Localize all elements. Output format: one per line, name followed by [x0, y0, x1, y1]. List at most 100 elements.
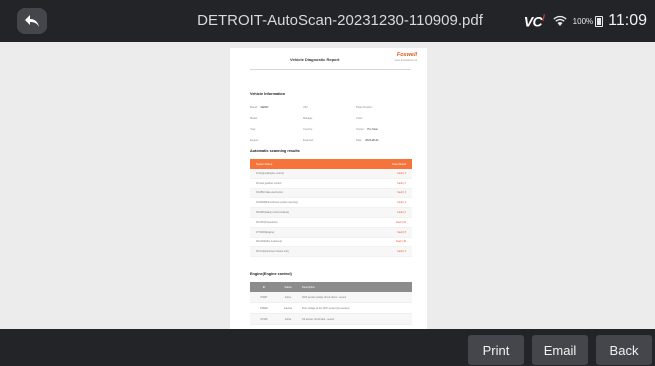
vehicle-info-title: Vehicle Information: [250, 92, 286, 96]
scan-row: 07 MCM(Engine) Fault | 8: [250, 227, 412, 238]
code-row: P0087 Active NOX sensor (outlet) circuit c…: [250, 292, 412, 303]
info-cell: Engineer:: [303, 139, 356, 142]
info-cell: Brand: DEMO: [250, 106, 303, 109]
info-value: 2023-08-24: [365, 139, 379, 142]
back-arrow-button[interactable]: [17, 8, 47, 34]
pdf-viewer[interactable]: Vehicle Diagnostic Report Foxwell www.fo…: [0, 42, 655, 329]
info-key: Year:: [250, 128, 256, 131]
scan-row: 05 ESP(Safety control chassis) Fault | 2: [250, 208, 412, 218]
vehicle-info-grid: Brand: DEMO VIN: Plate Number: Model: Mileage…: [250, 102, 410, 146]
email-button[interactable]: Email: [532, 335, 588, 365]
scan-results-title: Automatic scanning results: [250, 149, 300, 153]
code-status: Active: [284, 295, 292, 299]
header-divider: [250, 69, 411, 70]
bottom-toolbar: Print Email Back: [0, 329, 655, 366]
scan-result: Fault | 3: [397, 171, 406, 175]
brand-url: www.foxwelltech.us: [394, 59, 418, 62]
info-row: Year: Country: Owner: Pro Scan: [250, 124, 410, 135]
print-button[interactable]: Print: [468, 335, 524, 365]
scan-system-name: 06 CPC(Powertrain): [256, 220, 278, 224]
scan-system-name: 02 Auto gearbox control: [256, 181, 282, 185]
scan-system-name: 01 Engine(Engine control): [256, 171, 284, 175]
scan-system-name: 07 MCM(Engine): [256, 230, 275, 234]
scan-result: Fault | 3: [397, 250, 406, 254]
scan-row: 09 ICU(Instrument cluster unit) Fault | 3: [250, 247, 412, 258]
report-title: Vehicle Diagnostic Report: [290, 57, 340, 62]
info-row: Model: Mileage: Color:: [250, 113, 410, 124]
codes-header-desc: Description: [302, 285, 315, 289]
code-description: O2 sensor circuit fault - sensor: [302, 317, 335, 321]
code-row: P2146 Active O2 sensor circuit fault - sen…: [250, 314, 412, 325]
scan-table-body: 01 Engine(Engine control) Fault | 3 02 Aut…: [250, 169, 412, 258]
scan-result: Fault | 3: [397, 191, 406, 195]
vci-mark: !: [542, 12, 545, 23]
battery-percent: 100%: [572, 16, 594, 26]
scan-system-name: 04 ESM(Multi-scheme system steering): [256, 201, 298, 205]
vci-label: VC: [523, 13, 543, 30]
code-description: Poor voltage at the NOX sensor (pre-sens…: [302, 306, 350, 310]
scan-result: Fault | 3: [397, 181, 406, 185]
scan-row: 04 ESM(Multi-scheme system steering) Faul…: [250, 198, 412, 209]
info-value: Pro Scan: [367, 128, 379, 131]
info-cell: Year:: [250, 128, 303, 131]
info-key: Owner:: [356, 128, 365, 131]
info-row: Brand: DEMO VIN: Plate Number:: [250, 102, 410, 113]
info-key: Model:: [250, 117, 258, 120]
scan-row: 03 ABS brake electronics Fault | 3: [250, 188, 412, 199]
vci-indicator: VC!: [524, 13, 545, 30]
info-key: Plate Number:: [356, 106, 373, 109]
info-cell: Country:: [303, 128, 356, 131]
info-key: Mileage:: [303, 117, 313, 120]
back-arrow-icon: [25, 15, 39, 27]
scan-result: Fault | 20: [396, 220, 406, 224]
info-key: Color:: [356, 117, 363, 120]
codes-table-header: ID Status Description: [250, 282, 412, 292]
scan-system-name: 03 ABS brake electronics: [256, 191, 283, 195]
info-key: VIN:: [303, 106, 309, 109]
info-cell: Color:: [356, 117, 409, 120]
scan-header-system: System Name: [256, 162, 273, 166]
clock: 11:09: [608, 12, 647, 29]
code-description: NOX sensor (outlet) circuit check - sens…: [302, 295, 347, 299]
back-button[interactable]: Back: [596, 335, 652, 365]
code-id: P2BAE: [260, 306, 268, 310]
codes-header-id: ID: [262, 285, 266, 289]
wifi-icon: [553, 15, 567, 26]
info-cell: Date: 2023-08-24: [356, 139, 409, 142]
info-key: Brand:: [250, 106, 258, 109]
trouble-codes-table: ID Status Description P0087 Active NOX sen…: [250, 282, 412, 325]
pdf-page[interactable]: Vehicle Diagnostic Report Foxwell www.fo…: [230, 48, 427, 329]
scan-table-header: System Name Scan Result: [250, 159, 412, 169]
scan-result: Fault | 40: [396, 240, 406, 244]
info-key: Engineer:: [303, 139, 315, 142]
scan-row: 02 Auto gearbox control Fault | 3: [250, 179, 412, 189]
info-cell: VIN:: [303, 106, 356, 109]
engine-codes-title: Engine(Engine control): [250, 272, 292, 276]
info-cell: Mileage:: [303, 117, 356, 120]
status-area: VC! 100% 11:09: [524, 11, 647, 31]
scan-system-name: 05 ESP(Safety control chassis): [256, 211, 289, 215]
scan-system-name: 09 ICU(Instrument cluster unit): [256, 250, 289, 254]
scan-result: Fault | 8: [397, 230, 406, 234]
code-status: Active: [284, 317, 292, 321]
file-title: DETROIT-AutoScan-20231230-110909.pdf: [197, 12, 483, 29]
codes-header-status: Status: [284, 285, 292, 289]
info-key: Engine:: [250, 139, 259, 142]
scan-result: Fault | 2: [397, 211, 406, 215]
info-key: Country:: [303, 128, 313, 131]
scan-system-name: 08 ACM(After treatment): [256, 240, 282, 244]
code-id: P0087: [260, 295, 268, 299]
code-status: Inactive: [283, 306, 293, 310]
codes-table-body: P0087 Active NOX sensor (outlet) circuit c…: [250, 292, 412, 325]
scan-row: 01 Engine(Engine control) Fault | 3: [250, 169, 412, 179]
scan-row: 08 ACM(After treatment) Fault | 40: [250, 238, 412, 248]
scan-row: 06 CPC(Powertrain) Fault | 20: [250, 218, 412, 228]
info-row: Engine: Engineer: Date: 2023-08-24: [250, 135, 410, 146]
info-cell: Model:: [250, 117, 303, 120]
info-cell: Plate Number:: [356, 106, 409, 109]
title-bar: DETROIT-AutoScan-20231230-110909.pdf VC!…: [0, 0, 655, 42]
report-header: Vehicle Diagnostic Report Foxwell www.fo…: [230, 48, 427, 74]
info-key: Date:: [356, 139, 363, 142]
info-cell: Owner: Pro Scan: [356, 128, 409, 131]
code-row: P2BAE Inactive Poor voltage at the NOX sen…: [250, 303, 412, 314]
